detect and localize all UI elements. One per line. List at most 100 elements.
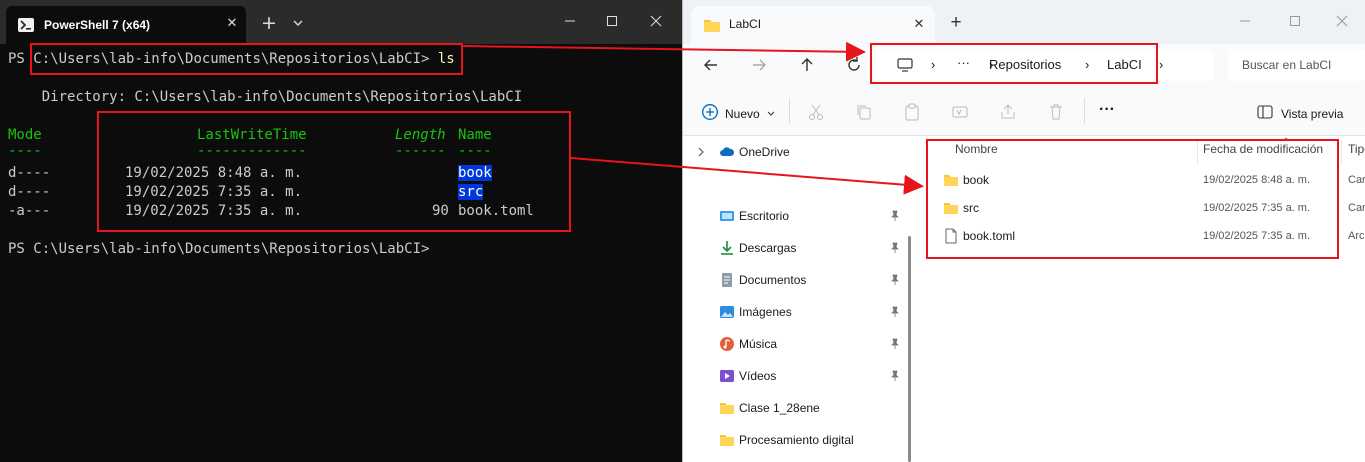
sidebar-item-documentos[interactable]: Documentos	[683, 266, 907, 294]
row-length: 90	[432, 203, 449, 219]
row-mode: d----	[8, 184, 51, 200]
paste-icon[interactable]	[903, 103, 921, 121]
breadcrumb-labci[interactable]: LabCI	[1107, 57, 1142, 72]
pin-icon[interactable]	[889, 210, 901, 222]
terminal-output[interactable]: PS C:\Users\lab-info\Documents\Repositor…	[0, 44, 682, 462]
column-header-date[interactable]: Fecha de modificación	[1203, 142, 1323, 156]
pin-icon[interactable]	[889, 274, 901, 286]
file-row[interactable]: book 19/02/2025 8:48 a. m. Car	[933, 166, 1365, 194]
back-arrow-icon[interactable]	[699, 53, 723, 77]
close-tab-icon[interactable]: ✕	[909, 14, 929, 34]
chevron-right-icon[interactable]	[696, 147, 706, 157]
share-icon[interactable]	[999, 103, 1017, 121]
image-icon	[720, 306, 734, 318]
video-icon	[720, 370, 734, 382]
breadcrumb-more[interactable]: ···	[957, 55, 970, 70]
row-time: 19/02/2025 7:35 a. m.	[125, 203, 303, 219]
sidebar-scrollbar[interactable]	[908, 236, 911, 462]
file-name: src	[963, 201, 979, 215]
address-bar[interactable]: › ··· › Repositorios › LabCI ›	[873, 49, 1213, 81]
pin-icon[interactable]	[889, 338, 901, 350]
chevron-down-icon[interactable]	[290, 14, 306, 32]
rename-icon[interactable]	[951, 103, 969, 121]
sidebar-item-label: Imágenes	[739, 305, 792, 319]
breadcrumb-separator: ›	[931, 57, 936, 72]
document-icon	[722, 273, 732, 287]
sidebar-item-escritorio[interactable]: Escritorio	[683, 202, 907, 230]
search-box[interactable]: Buscar en LabCI	[1228, 49, 1365, 81]
preview-button[interactable]: Vista previa	[1281, 107, 1343, 121]
column-header-type[interactable]: Tipo	[1348, 142, 1365, 156]
sidebar-item-label: Documentos	[739, 273, 807, 287]
row-time: 19/02/2025 7:35 a. m.	[125, 184, 303, 200]
cloud-icon	[720, 147, 735, 156]
explorer-tab[interactable]: LabCI ✕	[691, 6, 935, 44]
row-time: 19/02/2025 8:48 a. m.	[125, 165, 303, 181]
sidebar-item-procesamiento[interactable]: Procesamiento digital	[683, 426, 907, 454]
explorer-window: LabCI ✕ + › ··· › Repositorios › LabCI ›…	[682, 0, 1365, 462]
column-header-name[interactable]: Nombre	[955, 142, 998, 156]
file-type: Car	[1348, 202, 1365, 214]
minimize-icon[interactable]	[556, 10, 584, 32]
up-arrow-icon[interactable]	[795, 53, 819, 77]
column-divider[interactable]	[1341, 140, 1342, 164]
underline-lastwritetime: -------------	[197, 143, 307, 159]
navigation-bar: › ··· › Repositorios › LabCI › Buscar en…	[683, 44, 1365, 86]
row-name: src	[458, 184, 484, 200]
file-name: book	[963, 173, 990, 187]
terminal-tab[interactable]: PowerShell 7 (x64) ✕	[6, 6, 246, 44]
delete-icon[interactable]	[1047, 103, 1065, 121]
cut-icon[interactable]	[807, 103, 825, 121]
close-tab-icon[interactable]: ✕	[222, 14, 242, 34]
folder-icon	[720, 435, 734, 446]
file-type: Car	[1348, 174, 1365, 186]
sidebar-item-musica[interactable]: Música	[683, 330, 907, 358]
column-divider[interactable]	[1197, 140, 1198, 164]
file-name: book.toml	[963, 229, 1016, 243]
sidebar-item-imagenes[interactable]: Imágenes	[683, 298, 907, 326]
pin-icon[interactable]	[889, 306, 901, 318]
folder-icon	[720, 403, 734, 414]
folder-icon	[704, 20, 720, 32]
pin-icon[interactable]	[889, 370, 901, 382]
more-options-button[interactable]: ···	[1099, 101, 1115, 119]
sidebar-item-videos[interactable]: Vídeos	[683, 362, 907, 390]
desktop-icon	[720, 211, 734, 221]
new-button[interactable]: Nuevo	[725, 107, 760, 121]
sidebar-item-onedrive[interactable]: OneDrive	[683, 138, 907, 166]
breadcrumb-repositorios[interactable]: Repositorios	[989, 57, 1061, 72]
command-bar: Nuevo ··· Vista previa	[683, 86, 1365, 136]
row-name: book	[458, 165, 492, 181]
directory-line: Directory: C:\Users\lab-info\Documents\R…	[8, 89, 523, 105]
terminal-tab-title: PowerShell 7 (x64)	[44, 18, 151, 32]
sidebar-item-label: Escritorio	[739, 209, 790, 223]
refresh-icon[interactable]	[842, 53, 866, 77]
close-window-icon[interactable]	[1328, 10, 1356, 32]
file-row[interactable]: book.toml 19/02/2025 7:35 a. m. Arc	[933, 222, 1365, 250]
prompt-ps: PS	[8, 51, 34, 67]
sidebar-item-label: Música	[739, 337, 778, 351]
search-placeholder: Buscar en LabCI	[1242, 58, 1332, 72]
sidebar-item-descargas[interactable]: Descargas	[683, 234, 907, 262]
forward-arrow-icon[interactable]	[747, 53, 771, 77]
minimize-icon[interactable]	[1231, 10, 1259, 32]
explorer-title-bar: LabCI ✕ +	[683, 0, 1365, 44]
pin-icon[interactable]	[889, 242, 901, 254]
breadcrumb-separator: ›	[1159, 57, 1164, 72]
prompt-line-2: PS C:\Users\lab-info\Documents\Repositor…	[8, 241, 430, 257]
breadcrumb-separator: ›	[1085, 57, 1090, 72]
new-tab-button[interactable]: +	[258, 12, 280, 34]
close-window-icon[interactable]	[642, 10, 670, 32]
sidebar-item-label: Procesamiento digital	[739, 433, 854, 447]
underline-mode: ----	[8, 143, 42, 159]
copy-icon[interactable]	[855, 103, 873, 121]
maximize-icon[interactable]	[1281, 10, 1309, 32]
file-row[interactable]: src 19/02/2025 7:35 a. m. Car	[933, 194, 1365, 222]
new-tab-button[interactable]: +	[945, 12, 967, 34]
sidebar-item-clase[interactable]: Clase 1_28ene	[683, 394, 907, 422]
chevron-down-icon	[767, 111, 775, 116]
maximize-icon[interactable]	[598, 10, 626, 32]
plus-circle-icon[interactable]	[701, 103, 719, 121]
prompt-path: C:\Users\lab-info\Documents\Repositorios…	[33, 51, 430, 67]
preview-pane-icon[interactable]	[1257, 105, 1273, 119]
